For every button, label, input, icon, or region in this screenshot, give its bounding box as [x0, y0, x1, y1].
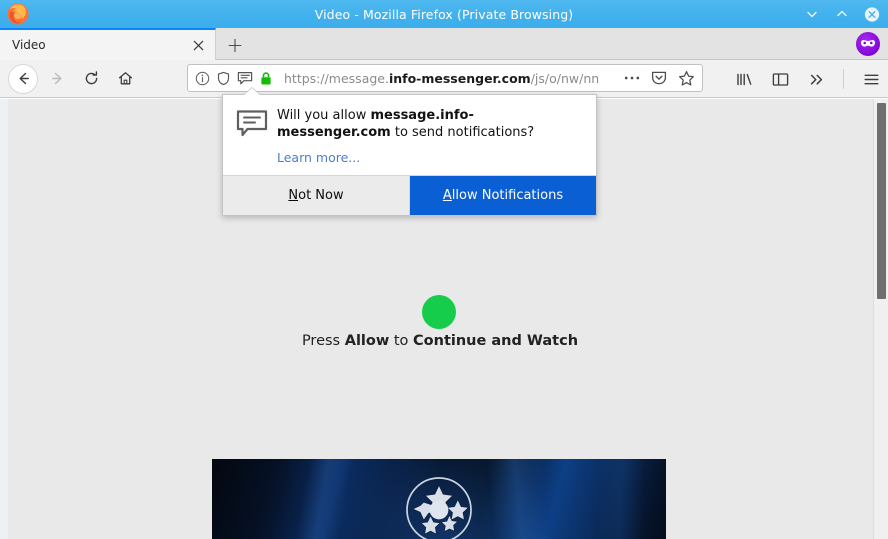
close-icon[interactable] [189, 36, 207, 54]
press-continue-bold: Continue and Watch [413, 333, 579, 349]
maximize-button[interactable] [834, 6, 850, 22]
not-now-rest: ot Now [298, 188, 344, 203]
close-button[interactable] [864, 6, 880, 22]
popup-message: Will you allow message.info-messenger.co… [277, 107, 582, 141]
press-allow-bold: Allow [344, 333, 390, 349]
bookmark-star-icon[interactable] [677, 69, 695, 87]
page-info-icon[interactable] [194, 70, 211, 87]
tab-strip: Video + [0, 28, 888, 60]
double-chevron-right-icon[interactable] [805, 68, 827, 90]
address-bar[interactable]: https://message.info-messenger.com/js/o/… [187, 64, 703, 92]
ellipsis-icon[interactable] [623, 69, 641, 87]
uefa-champions-league-starball-icon [406, 477, 472, 539]
minimize-button[interactable] [804, 6, 820, 22]
popup-footer: Not Now Allow Notifications [223, 175, 596, 215]
allow-notifications-button[interactable]: Allow Notifications [410, 176, 596, 215]
video-player[interactable]: UEFA CHAMPIONS LEAGUE message.info-messe… [212, 459, 666, 539]
library-icon[interactable] [733, 68, 755, 90]
vertical-scrollbar[interactable] [873, 99, 888, 539]
home-icon[interactable] [110, 64, 140, 94]
notification-permission-icon[interactable] [236, 70, 253, 87]
green-badge [422, 295, 456, 329]
toolbar-right-buttons [733, 64, 882, 94]
page-left-margin [0, 99, 8, 539]
notification-permission-popup: Will you allow message.info-messenger.co… [222, 94, 597, 216]
popup-body: Will you allow message.info-messenger.co… [223, 95, 596, 175]
press-mid: to [389, 333, 414, 349]
allow-accesskey: A [442, 188, 452, 203]
window-controls [804, 0, 880, 28]
url-text[interactable]: https://message.info-messenger.com/js/o/… [278, 71, 623, 86]
not-now-button[interactable]: Not Now [223, 176, 410, 215]
allow-rest: llow Notifications [451, 188, 564, 203]
popup-text-block: Will you allow message.info-messenger.co… [269, 107, 582, 175]
hamburger-menu-icon[interactable] [860, 68, 882, 90]
back-arrow-icon[interactable] [8, 63, 38, 94]
tab-video[interactable]: Video [0, 28, 216, 60]
url-path: /js/o/nw/nn [530, 70, 600, 86]
url-prefix: https://message. [284, 70, 389, 86]
tracking-protection-shield-icon[interactable] [215, 70, 232, 87]
new-tab-button[interactable]: + [222, 32, 248, 58]
popup-message-prefix: Will you allow [277, 108, 371, 123]
firefox-window: Video - Mozilla Firefox (Private Browsin… [0, 0, 888, 539]
press-prefix: Press [301, 333, 345, 349]
forward-arrow-icon [42, 64, 72, 94]
tab-label: Video [12, 38, 46, 52]
url-action-buttons [623, 69, 698, 87]
pocket-save-icon[interactable] [650, 69, 668, 87]
reload-icon[interactable] [76, 64, 106, 94]
url-domain: info-messenger.com [388, 70, 531, 86]
vertical-scrollbar-thumb[interactable] [877, 103, 886, 299]
identity-box [192, 70, 278, 87]
toolbar-divider [843, 69, 844, 89]
firefox-logo-icon [6, 2, 30, 26]
padlock-secure-icon[interactable] [257, 70, 274, 87]
window-titlebar: Video - Mozilla Firefox (Private Browsin… [0, 0, 888, 28]
press-allow-message: Press Allow to Continue and Watch [300, 331, 580, 352]
private-browsing-mask-icon [856, 32, 880, 56]
sidebar-icon[interactable] [769, 68, 791, 90]
window-title: Video - Mozilla Firefox (Private Browsin… [314, 6, 574, 22]
popup-message-suffix: to send notifications? [390, 125, 535, 140]
not-now-accesskey: N [288, 188, 299, 203]
learn-more-link[interactable]: Learn more... [277, 150, 360, 165]
popup-arrow [244, 88, 260, 95]
speech-bubble-notification-icon [235, 109, 269, 143]
